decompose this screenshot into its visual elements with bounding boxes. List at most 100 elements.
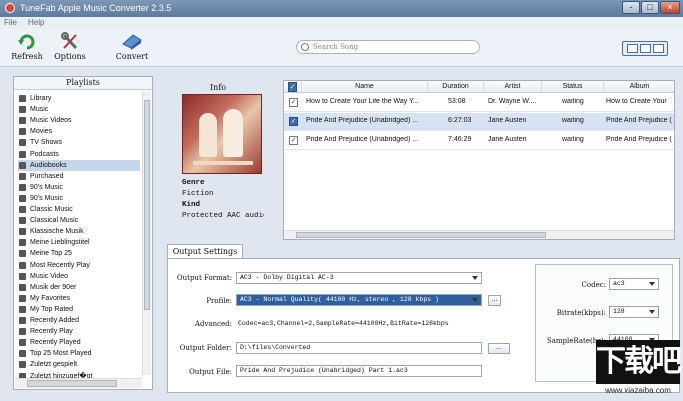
playlist-icon xyxy=(19,183,26,191)
minimize-button[interactable]: - xyxy=(622,1,640,14)
column-artist[interactable]: Artist xyxy=(484,82,542,92)
playlist-item[interactable]: Music Videos xyxy=(18,115,140,126)
view-list-icon[interactable] xyxy=(627,44,638,53)
table-row[interactable]: ✓ How to Create Your Life the Way Y... 53:… xyxy=(284,94,674,112)
playlist-label: Recently Added xyxy=(30,317,80,324)
output-file-field[interactable]: Pride And Prejudice (Unabridged) Part 1.… xyxy=(236,365,482,377)
playlist-icon xyxy=(19,261,26,269)
playlist-item[interactable]: Purchased xyxy=(18,171,140,182)
playlist-label: My Favorites xyxy=(30,294,71,302)
output-folder-label: Output Folder: xyxy=(179,344,232,352)
playlist-label: 90's Music xyxy=(30,183,63,191)
row-checkbox[interactable]: ✓ xyxy=(289,117,298,126)
album-cover xyxy=(182,94,262,174)
playlist-item[interactable]: Classic Music xyxy=(18,204,140,215)
playlist-item[interactable]: Music Video xyxy=(18,271,140,282)
menu-file[interactable]: File xyxy=(4,18,17,27)
playlist-label: Meine Top 25 xyxy=(30,250,72,258)
kind-value: Protected AAC audio xyxy=(182,212,264,220)
output-format-label: Output Format: xyxy=(176,274,232,282)
view-detail-icon[interactable] xyxy=(653,44,664,53)
playlist-item[interactable]: Meine Lieblingstitel xyxy=(18,237,140,248)
playlist-item[interactable]: Classical Music xyxy=(18,215,140,226)
playlist-label: Recently Played xyxy=(30,339,81,347)
output-folder-field[interactable]: D:\files\Converted xyxy=(236,342,482,354)
column-status[interactable]: Status xyxy=(542,82,604,92)
row-checkbox[interactable]: ✓ xyxy=(289,98,298,107)
column-duration[interactable]: Duration xyxy=(428,82,484,92)
playlist-item[interactable]: Klassische Musik xyxy=(18,226,140,237)
column-album[interactable]: Album xyxy=(604,82,674,92)
playlist-item[interactable]: 90's Music xyxy=(18,182,140,193)
track-table: ✓ Name Duration Artist Status Album ✓ How… xyxy=(283,80,675,240)
cell-artist: Jane Austen xyxy=(488,136,527,143)
playlist-label: Classic Music xyxy=(30,206,73,213)
playlist-item[interactable]: Top 25 Most Played xyxy=(18,348,140,359)
playlists-horizontal-scrollbar[interactable] xyxy=(15,378,142,388)
browse-folder-button[interactable]: ... xyxy=(488,343,510,354)
playlist-item[interactable]: Zuletzt gespielt xyxy=(18,359,140,370)
playlist-item[interactable]: Musik der 90er xyxy=(18,282,140,293)
profile-more-button[interactable]: ... xyxy=(488,295,501,306)
column-name[interactable]: Name xyxy=(302,82,428,92)
bitrate-select[interactable]: 128 xyxy=(609,306,659,318)
playlist-icon xyxy=(19,350,26,358)
playlist-icon xyxy=(19,161,26,169)
playlist-item[interactable]: Most Recently Play xyxy=(18,260,140,271)
info-title: Info xyxy=(210,83,227,92)
playlist-label: Top 25 Most Played xyxy=(30,350,92,358)
row-checkbox[interactable]: ✓ xyxy=(289,136,298,145)
menu-help[interactable]: Help xyxy=(28,18,44,27)
playlist-item[interactable]: Podcasts xyxy=(18,149,140,160)
playlist-item[interactable]: 90's Music xyxy=(18,193,140,204)
playlist-item[interactable]: Library xyxy=(18,93,140,104)
playlist-label: Classical Music xyxy=(30,217,79,225)
output-format-value: AC3 - Dolby Digital AC-3 xyxy=(240,274,334,281)
playlist-label: Meine Lieblingstitel xyxy=(30,239,90,247)
options-button[interactable]: Options xyxy=(46,32,94,65)
maximize-button[interactable]: □ xyxy=(641,1,659,14)
window-title: TuneFab Apple Music Converter 2.3.5 xyxy=(20,3,172,13)
playlist-item[interactable]: Recently Played xyxy=(18,337,140,348)
scroll-thumb[interactable] xyxy=(27,380,117,387)
playlist-item[interactable]: Movies xyxy=(18,126,140,137)
watermark-logo: 下载吧 www.xiazaiba.com xyxy=(592,340,682,400)
table-row[interactable]: ✓ Pride And Prejudice (Unabridged) ... 6:2… xyxy=(284,113,674,131)
scroll-thumb[interactable] xyxy=(296,232,546,238)
profile-select[interactable]: AC3 - Normal Quality( 44100 Hz, stereo ,… xyxy=(236,294,482,306)
playlist-item[interactable]: Music xyxy=(18,104,140,115)
tab-output-settings[interactable]: Output Settings xyxy=(167,244,243,259)
playlist-item[interactable]: Recently Play xyxy=(18,326,140,337)
playlist-label: Most Recently Play xyxy=(30,261,90,269)
scroll-thumb[interactable] xyxy=(144,100,150,310)
view-switcher[interactable] xyxy=(622,41,668,56)
convert-icon xyxy=(122,34,142,50)
output-folder-value: D:\files\Converted xyxy=(240,344,311,351)
refresh-button[interactable]: Refresh xyxy=(3,32,51,65)
playlist-item[interactable]: Recently Added xyxy=(18,315,140,326)
playlist-item[interactable]: My Top Rated xyxy=(18,304,140,315)
playlist-item[interactable]: Meine Top 25 xyxy=(18,248,140,259)
view-grid-icon[interactable] xyxy=(640,44,651,53)
close-button[interactable]: × xyxy=(660,1,680,14)
search-input[interactable]: Search Song xyxy=(296,40,480,54)
convert-button[interactable]: Convert xyxy=(108,32,156,65)
playlist-icon xyxy=(19,239,26,247)
select-all-checkbox[interactable]: ✓ xyxy=(288,82,297,92)
playlist-icon xyxy=(19,128,26,136)
codec-select[interactable]: ac3 xyxy=(609,278,659,290)
playlist-item[interactable]: TV Shows xyxy=(18,137,140,148)
playlist-label: Movies xyxy=(30,128,53,136)
playlist-icon xyxy=(19,194,26,202)
advanced-value: Codec=ac3,Channel=2,SampleRate=44100Hz,B… xyxy=(238,320,449,327)
bitrate-value: 128 xyxy=(613,308,625,315)
playlist-item[interactable]: Audiobooks xyxy=(18,159,140,171)
options-label: Options xyxy=(54,52,86,61)
cell-status: waiting xyxy=(562,117,584,124)
playlist-item[interactable]: My Favorites xyxy=(18,293,140,304)
playlist-icon xyxy=(19,361,26,369)
playlists-vertical-scrollbar[interactable] xyxy=(142,91,151,375)
table-row[interactable]: ✓ Pride And Prejudice (Unabridged) ... 7:4… xyxy=(284,132,674,150)
table-horizontal-scrollbar[interactable] xyxy=(284,230,674,239)
output-format-select[interactable]: AC3 - Dolby Digital AC-3 xyxy=(236,272,482,284)
